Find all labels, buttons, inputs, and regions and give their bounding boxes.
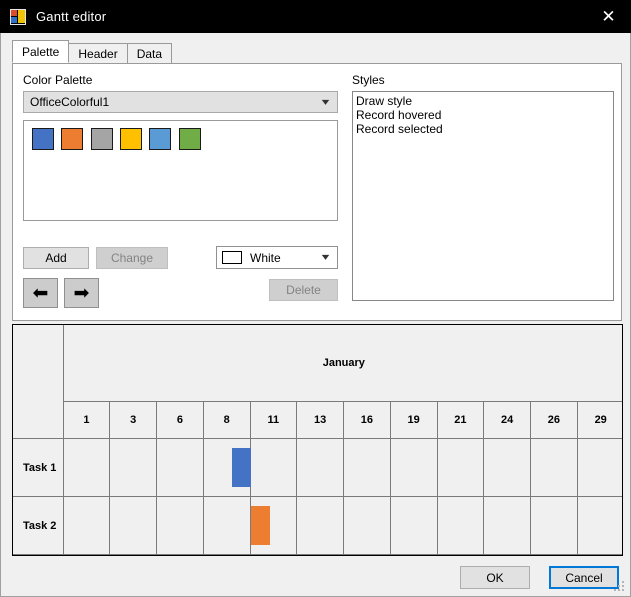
swatch-blue[interactable] <box>32 128 54 150</box>
gantt-bar-task1[interactable] <box>231 448 251 487</box>
gantt-cell[interactable] <box>436 496 484 555</box>
gantt-day-cell: 24 <box>483 401 531 439</box>
gantt-cell[interactable] <box>296 438 344 497</box>
swatch-gray[interactable] <box>90 128 113 150</box>
resize-grip-icon[interactable] <box>614 581 626 593</box>
chevron-down-icon: ▾ <box>322 96 330 108</box>
gantt-month-label: January <box>62 325 622 402</box>
palette-select[interactable]: OfficeColorful1 ▾ <box>23 91 338 113</box>
gantt-cell[interactable] <box>576 438 622 497</box>
gantt-bar-task2[interactable] <box>250 506 270 545</box>
styles-label: Styles <box>352 73 385 87</box>
color-select[interactable]: White ▾ <box>216 246 338 269</box>
gantt-cell[interactable] <box>109 438 157 497</box>
gantt-cell[interactable] <box>483 496 531 555</box>
move-left-button[interactable]: ⬅ <box>23 278 58 308</box>
gantt-corner-cell <box>13 325 64 439</box>
gantt-cell[interactable] <box>530 438 578 497</box>
gantt-day-cell: 6 <box>156 401 204 439</box>
gantt-cell[interactable] <box>343 438 391 497</box>
color-palette-label: Color Palette <box>23 73 93 87</box>
palette-select-value: OfficeColorful1 <box>30 95 110 109</box>
gantt-month-row: January <box>13 325 622 439</box>
gantt-cell[interactable] <box>343 496 391 555</box>
gantt-cell[interactable] <box>62 496 110 555</box>
list-item[interactable]: Draw style <box>356 94 613 108</box>
gantt-cell[interactable] <box>389 438 437 497</box>
gantt-grid[interactable]: January 1 3 6 8 11 13 16 19 21 24 26 29 … <box>12 324 623 556</box>
tab-header[interactable]: Header <box>68 43 128 63</box>
gantt-day-cell: 26 <box>530 401 578 439</box>
app-window-icon <box>10 8 26 25</box>
list-item[interactable]: Record selected <box>356 122 613 136</box>
move-right-button[interactable]: ➡ <box>64 278 99 308</box>
ok-button[interactable]: OK <box>460 566 530 589</box>
delete-button: Delete <box>269 279 338 301</box>
list-item[interactable]: Record hovered <box>356 108 613 122</box>
gantt-day-cell: 19 <box>389 401 438 439</box>
gantt-day-cell: 8 <box>202 401 251 439</box>
gantt-task-label: Task 1 <box>13 438 64 497</box>
gantt-day-cell: 29 <box>576 401 622 439</box>
cancel-button[interactable]: Cancel <box>549 566 619 589</box>
dialog-body: Palette Header Data Color Palette Office… <box>0 33 631 597</box>
gantt-cell[interactable] <box>576 496 622 555</box>
tab-data[interactable]: Data <box>126 43 173 63</box>
gantt-task-label: Task 2 <box>13 496 64 555</box>
gantt-cell[interactable] <box>202 438 251 497</box>
change-button: Change <box>96 247 168 269</box>
gantt-cell[interactable] <box>156 438 204 497</box>
swatch-green[interactable] <box>178 128 201 150</box>
gantt-cell[interactable] <box>436 438 484 497</box>
window-title: Gantt editor <box>36 9 107 24</box>
table-row[interactable]: Task 2 <box>13 496 622 555</box>
table-row[interactable]: Task 1 <box>13 438 622 497</box>
styles-list[interactable]: Draw style Record hovered Record selecte… <box>352 91 614 301</box>
swatch-yellow[interactable] <box>120 128 143 150</box>
gantt-day-cell: 11 <box>249 401 298 439</box>
palette-tab-panel: Color Palette OfficeColorful1 ▾ Add Chan… <box>12 63 622 321</box>
gantt-cell[interactable] <box>483 438 531 497</box>
tab-strip: Palette Header Data <box>12 40 173 63</box>
gantt-day-cell: 3 <box>109 401 157 439</box>
color-select-value: White <box>250 250 281 265</box>
chevron-down-icon: ▾ <box>322 252 330 263</box>
gantt-cell[interactable] <box>202 496 250 555</box>
gantt-day-cell: 13 <box>296 401 344 439</box>
gantt-cell[interactable] <box>530 496 578 555</box>
gantt-day-cell: 21 <box>436 401 485 439</box>
color-chip-icon <box>222 251 242 264</box>
tab-palette[interactable]: Palette <box>12 40 70 63</box>
title-bar: Gantt editor ✕ <box>0 0 631 33</box>
gantt-cell[interactable] <box>156 496 204 555</box>
swatch-orange[interactable] <box>61 128 84 150</box>
gantt-cell[interactable] <box>109 496 157 555</box>
arrow-right-icon: ➡ <box>73 282 90 304</box>
gantt-cell[interactable] <box>249 438 297 497</box>
arrow-left-icon: ⬅ <box>32 282 49 304</box>
gantt-day-row: 1 3 6 8 11 13 16 19 21 24 26 29 <box>13 401 622 439</box>
gantt-table: January 1 3 6 8 11 13 16 19 21 24 26 29 … <box>13 325 622 555</box>
swatch-light-blue[interactable] <box>149 128 172 150</box>
gantt-cell[interactable] <box>62 438 110 497</box>
gantt-cell[interactable] <box>249 496 297 555</box>
gantt-day-cell: 1 <box>62 401 111 439</box>
add-button[interactable]: Add <box>23 247 89 269</box>
close-icon[interactable]: ✕ <box>586 0 631 33</box>
gantt-cell[interactable] <box>296 496 344 555</box>
gantt-day-cell: 16 <box>343 401 391 439</box>
gantt-cell[interactable] <box>389 496 437 555</box>
swatch-list[interactable] <box>23 120 338 221</box>
